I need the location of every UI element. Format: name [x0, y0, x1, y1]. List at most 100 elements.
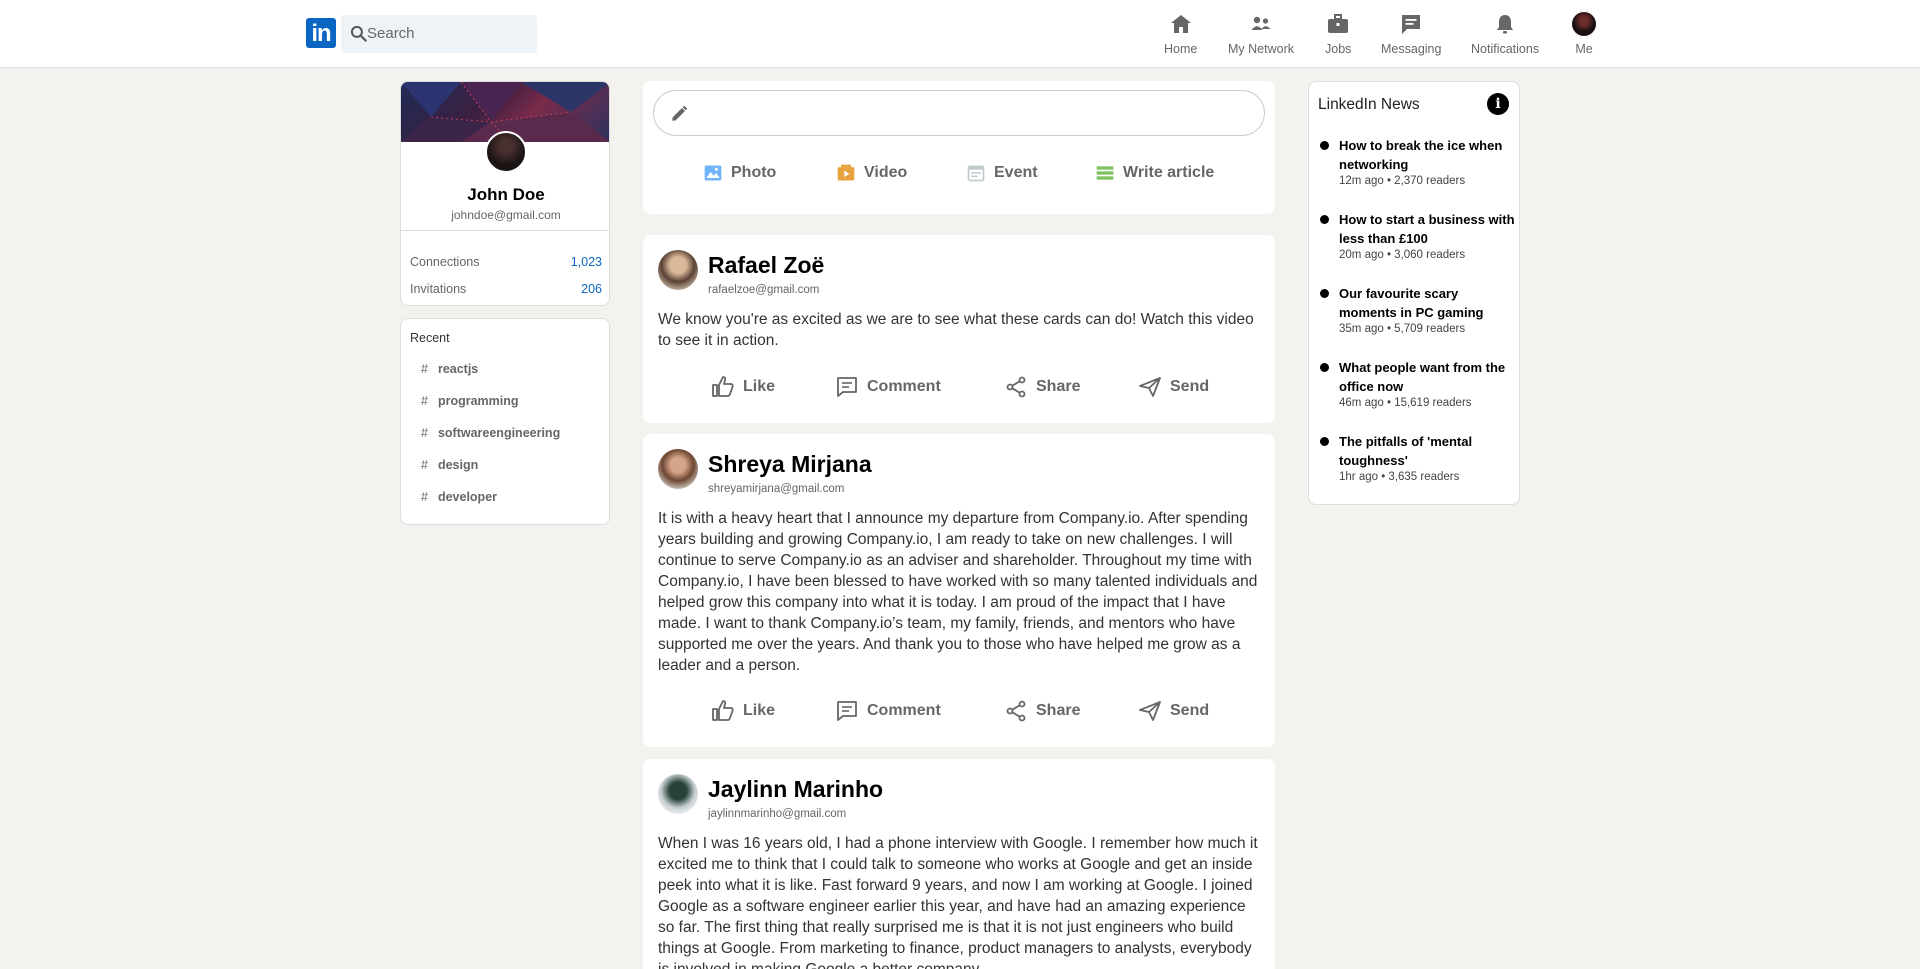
nav-messaging[interactable]: Messaging — [1381, 12, 1441, 56]
news-title: LinkedIn News — [1318, 96, 1420, 113]
home-icon — [1170, 15, 1191, 33]
news-headline[interactable]: How to break the ice when networking — [1339, 137, 1519, 174]
stat-value: 206 — [581, 282, 602, 296]
share-button[interactable]: Share — [1004, 375, 1080, 399]
article-icon — [1096, 166, 1114, 180]
like-button[interactable]: Like — [711, 699, 775, 723]
profile-card: John Doe johndoe@gmail.com Connections 1… — [400, 81, 610, 306]
stat-connections[interactable]: Connections 1,023 — [410, 255, 602, 269]
recent-title: Recent — [410, 331, 450, 345]
feed-post: Shreya Mirjana shreyamirjana@gmail.com I… — [643, 434, 1275, 747]
search-icon — [350, 25, 367, 42]
bullet-icon — [1320, 289, 1329, 298]
briefcase-icon — [1328, 14, 1349, 33]
post-author-name[interactable]: Rafael Zoë — [708, 252, 824, 279]
share-label: Share — [1036, 702, 1081, 719]
calendar-icon — [967, 165, 985, 182]
share-event-button[interactable]: Event — [966, 163, 1038, 183]
comment-button[interactable]: Comment — [835, 375, 941, 399]
video-icon — [837, 164, 855, 181]
nav-jobs-label: Jobs — [1325, 42, 1352, 56]
recent-tag[interactable]: # programming — [421, 394, 519, 408]
stat-label: Connections — [410, 255, 480, 269]
share-article-button[interactable]: Write article — [1095, 163, 1214, 183]
news-headline[interactable]: The pitfalls of 'mental toughness' — [1339, 433, 1519, 470]
bell-icon — [1497, 15, 1514, 34]
post-author-name[interactable]: Jaylinn Marinho — [708, 776, 883, 803]
profile-avatar[interactable] — [485, 131, 527, 173]
profile-name[interactable]: John Doe — [401, 185, 609, 205]
comment-icon — [837, 377, 857, 397]
stat-invitations[interactable]: Invitations 206 — [410, 282, 602, 296]
recent-card: Recent # reactjs # programming # softwareen… — [400, 318, 610, 525]
share-photo-button[interactable]: Photo — [703, 163, 776, 183]
linkedin-logo[interactable]: in — [306, 18, 336, 48]
send-label: Send — [1170, 702, 1210, 719]
tag-label: developer — [437, 490, 498, 504]
nav-home[interactable]: Home — [1164, 12, 1197, 56]
send-icon — [1139, 701, 1161, 721]
send-button[interactable]: Send — [1138, 699, 1209, 723]
post-author-name[interactable]: Shreya Mirjana — [708, 451, 872, 478]
recent-tag[interactable]: # reactjs — [421, 362, 478, 376]
stat-value: 1,023 — [570, 255, 602, 269]
post-author-email: shreyamirjana@gmail.com — [708, 483, 845, 495]
send-button[interactable]: Send — [1138, 375, 1209, 399]
info-icon[interactable]: i — [1487, 93, 1509, 115]
like-label: Like — [743, 702, 776, 719]
send-label: Send — [1170, 378, 1210, 395]
bullet-icon — [1320, 437, 1329, 446]
post-author-email: rafaelzoe@gmail.com — [708, 284, 820, 296]
comment-button[interactable]: Comment — [835, 699, 941, 723]
news-meta: 46m ago • 15,619 readers — [1339, 397, 1472, 409]
profile-email: johndoe@gmail.com — [451, 208, 561, 222]
post-actions: Like Comment Share Send — [643, 375, 1275, 405]
thumbs-up-icon — [712, 376, 734, 397]
send-icon — [1139, 377, 1161, 397]
like-button[interactable]: Like — [711, 375, 775, 399]
top-navbar: in Search Home My Network Jobs Messaging… — [0, 0, 1920, 68]
post-text: It is with a heavy heart that I announce… — [658, 510, 1258, 674]
nav-home-label: Home — [1164, 42, 1198, 56]
recent-tag[interactable]: # design — [421, 458, 478, 472]
news-meta: 35m ago • 5,709 readers — [1339, 323, 1466, 335]
bullet-icon — [1320, 363, 1329, 372]
search-bar[interactable]: Search — [341, 15, 537, 53]
tag-label: reactjs — [437, 362, 479, 376]
share-label: Share — [1036, 378, 1081, 395]
bullet-icon — [1320, 141, 1329, 150]
nav-my-network[interactable]: My Network — [1228, 12, 1294, 56]
nav-jobs[interactable]: Jobs — [1325, 12, 1351, 56]
post-text: We know you're as excited as we are to s… — [658, 311, 1254, 349]
nav-messaging-label: Messaging — [1381, 42, 1442, 56]
message-icon — [1402, 15, 1421, 34]
nav-notifications[interactable]: Notifications — [1471, 12, 1539, 56]
feed-post: Rafael Zoë rafaelzoe@gmail.com We know y… — [643, 235, 1275, 423]
tag-label: programming — [437, 394, 519, 408]
news-headline[interactable]: What people want from the office now — [1339, 359, 1519, 396]
post-author-avatar[interactable] — [658, 250, 698, 290]
recent-tag[interactable]: # softwareengineering — [421, 426, 560, 440]
news-meta: 12m ago • 2,370 readers — [1339, 175, 1466, 187]
thumbs-up-icon — [712, 700, 734, 721]
post-actions: Like Comment Share Send — [643, 699, 1275, 729]
nav-me[interactable]: Me — [1572, 12, 1596, 56]
feed-post: Jaylinn Marinho jaylinnmarinho@gmail.com… — [643, 759, 1275, 969]
share-button[interactable]: Share — [1004, 699, 1080, 723]
news-card: LinkedIn News i How to break the ice whe… — [1308, 81, 1520, 505]
news-headline[interactable]: How to start a business with less than £… — [1339, 211, 1519, 248]
share-icon — [1006, 376, 1026, 398]
post-author-avatar[interactable] — [658, 774, 698, 814]
divider — [401, 230, 609, 231]
share-video-button[interactable]: Video — [836, 163, 907, 183]
photo-icon — [704, 165, 722, 181]
search-input[interactable]: Search — [367, 25, 415, 42]
share-input[interactable] — [653, 90, 1265, 136]
share-article-label: Write article — [1123, 164, 1215, 181]
like-label: Like — [743, 378, 776, 395]
news-headline[interactable]: Our favourite scary moments in PC gaming — [1339, 285, 1519, 322]
recent-tag[interactable]: # developer — [421, 490, 497, 504]
post-author-avatar[interactable] — [658, 449, 698, 489]
network-icon — [1251, 16, 1271, 30]
share-video-label: Video — [864, 164, 908, 181]
